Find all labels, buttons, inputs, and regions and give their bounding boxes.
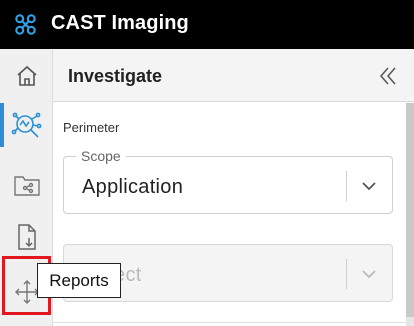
panel-header: Investigate xyxy=(53,49,414,102)
collapse-panel-icon[interactable] xyxy=(376,64,400,88)
select-divider xyxy=(346,171,347,201)
file-download-icon xyxy=(17,224,36,250)
nav-investigate[interactable] xyxy=(0,101,53,151)
home-icon xyxy=(16,65,37,86)
scope-legend: Scope xyxy=(76,148,126,164)
app-title: CAST Imaging xyxy=(51,12,189,34)
investigate-icon xyxy=(11,112,41,138)
nav-home[interactable] xyxy=(0,51,53,101)
panel-title: Investigate xyxy=(68,66,163,86)
scope-value: Application xyxy=(82,176,184,198)
perimeter-label: Perimeter xyxy=(63,120,120,135)
reports-tooltip: Reports xyxy=(37,263,121,298)
select-divider xyxy=(346,259,347,289)
top-bar: CAST Imaging xyxy=(0,0,414,49)
scrollbar-thumb[interactable] xyxy=(406,103,414,317)
nav-reports[interactable] xyxy=(0,212,53,262)
folder-share-icon xyxy=(13,176,40,196)
chevron-down-icon[interactable] xyxy=(360,265,378,283)
divider xyxy=(53,322,406,323)
cast-logo-icon xyxy=(15,14,36,35)
scope-select[interactable]: Scope Application xyxy=(63,148,393,214)
chevron-down-icon[interactable] xyxy=(360,177,378,195)
nav-folder-share[interactable] xyxy=(0,160,53,210)
